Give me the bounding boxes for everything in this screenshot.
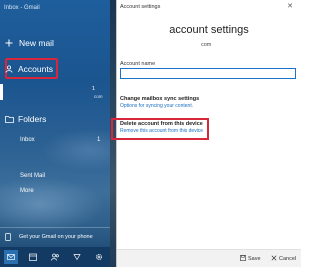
selected-account-indicator (0, 84, 3, 100)
cancel-label: Cancel (279, 256, 297, 262)
account-name-label: Account name (120, 61, 156, 67)
get-gmail-on-phone-link[interactable]: Get your Gmail on your phone (0, 227, 110, 246)
people-icon[interactable] (48, 250, 62, 264)
dialog-title-bar: Account settings (117, 0, 301, 14)
new-mail-label: New mail (19, 38, 54, 48)
account-unread-count[interactable]: 1 (92, 86, 95, 92)
settings-icon[interactable] (92, 250, 106, 264)
plus-icon (0, 39, 18, 47)
feedback-icon[interactable] (70, 250, 84, 264)
save-label: Save (248, 256, 261, 262)
new-mail-button[interactable]: New mail (0, 38, 110, 48)
folder-icon (0, 115, 18, 123)
folder-item-inbox[interactable]: Inbox (20, 137, 35, 143)
person-icon (0, 65, 18, 73)
folder-item-sent-mail[interactable]: Sent Mail (20, 173, 45, 179)
dialog-heading: account settings (169, 24, 249, 36)
close-icon[interactable]: ✕ (287, 3, 293, 10)
account-name-input[interactable] (120, 68, 296, 79)
folders-button[interactable]: Folders (0, 114, 110, 124)
account-email-suffix: com (201, 42, 212, 48)
save-button[interactable]: Save (240, 255, 261, 263)
dialog-title: Account settings (120, 4, 161, 10)
bottom-toolbar (0, 247, 110, 267)
inbox-unread-count: 1 (97, 137, 101, 143)
delete-account-highlight-box (111, 118, 209, 140)
phone-icon (0, 228, 16, 246)
promo-label: Get your Gmail on your phone (19, 234, 93, 240)
save-icon (240, 255, 246, 263)
window-title: Inbox - Gmail (4, 5, 40, 11)
folders-label: Folders (18, 114, 47, 124)
dialog-footer: Save Cancel (117, 249, 301, 267)
folder-item-more[interactable]: More (20, 188, 34, 194)
accounts-button[interactable]: Accounts (0, 64, 110, 74)
sync-settings-heading[interactable]: Change mailbox sync settings (120, 96, 199, 102)
mail-icon[interactable] (4, 250, 18, 264)
calendar-icon[interactable] (26, 250, 40, 264)
mail-navigation-pane: Inbox - Gmail New mail Accounts 1 com Fo… (0, 0, 110, 267)
cancel-button[interactable]: Cancel (271, 255, 296, 263)
accounts-label: Accounts (18, 64, 53, 74)
sync-settings-link[interactable]: Options for syncing your content. (120, 103, 193, 109)
account-address-suffix: com (94, 94, 103, 99)
cancel-icon (271, 255, 277, 263)
